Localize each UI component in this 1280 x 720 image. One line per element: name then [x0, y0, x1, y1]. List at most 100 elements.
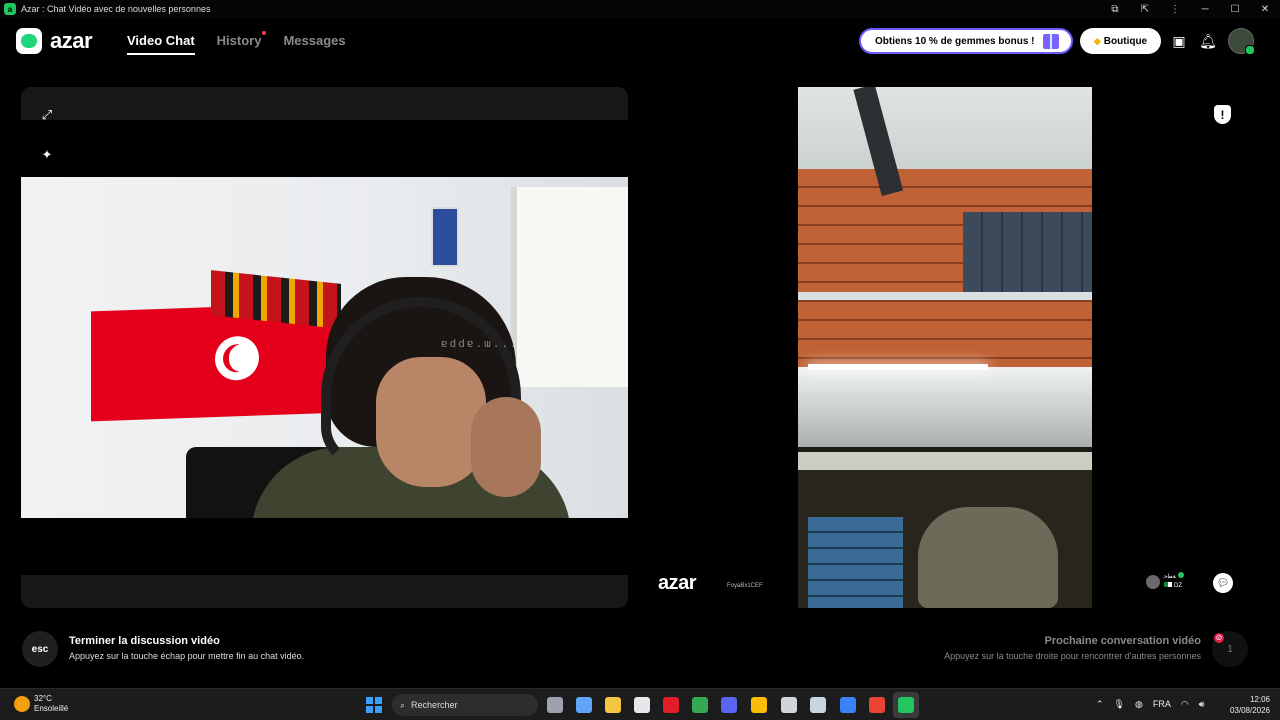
volume-icon[interactable]: 🔊︎ — [1199, 699, 1205, 710]
room-window — [511, 187, 628, 387]
windows-taskbar: 32°C Ensoleillé ⌕ Rechercher ⌃ 🎙︎ ◍ FRA … — [0, 688, 1280, 720]
gem-icon: ◆ — [1093, 35, 1101, 46]
expand-icon[interactable]: ⤢ — [38, 106, 56, 124]
end-chat-title: Terminer la discussion vidéo — [69, 635, 220, 647]
app-header: azar Video Chat History Messages Obtiens… — [0, 18, 1280, 68]
weather-condition: Ensoleillé — [34, 704, 69, 713]
storage-bins — [963, 212, 1092, 297]
search-placeholder: Rechercher — [411, 700, 458, 710]
wall-shelf — [798, 292, 1092, 300]
chrome-icon[interactable] — [751, 697, 767, 713]
search-icon: ⌕ — [400, 699, 406, 710]
start-button[interactable] — [366, 697, 382, 713]
peer-country: DZ — [1174, 583, 1182, 589]
shop-button[interactable]: ◆ Boutique — [1080, 28, 1161, 54]
taskbar-search[interactable]: ⌕ Rechercher — [392, 694, 538, 716]
peer-avatar — [1146, 574, 1160, 589]
close-button[interactable]: ✕ — [1250, 4, 1280, 15]
minimize-button[interactable]: ─ — [1190, 4, 1220, 15]
next-chat-button[interactable]: ⊘ 1 — [1212, 631, 1248, 667]
clock-time: 12:06 — [1249, 695, 1270, 704]
system-tray: ⌃ 🎙︎ ◍ FRA ◠ 🔊︎ — [1096, 699, 1204, 710]
peer-name: ﺔﻄﺣ — [1164, 574, 1176, 580]
watermark-username: FoyaBx1CEF — [727, 583, 763, 589]
window-controls: ⧉ ⇱ ⋮ ─ ☐ ✕ — [1100, 0, 1280, 18]
next-chat-hint: Appuyez sur la touche droite pour rencon… — [944, 651, 1201, 661]
peer-info[interactable]: ﺔﻄﺣ DZ — [1146, 572, 1184, 591]
shop-label: Boutique — [1103, 35, 1148, 47]
maximize-button[interactable]: ☐ — [1220, 4, 1250, 15]
sun-icon — [14, 696, 30, 712]
esc-key-label: esc — [31, 643, 49, 655]
workshop-ceiling — [798, 87, 1092, 175]
azar-logo[interactable]: azar — [16, 28, 93, 54]
profile-avatar[interactable] — [1228, 28, 1255, 55]
app-a-icon[interactable] — [576, 697, 592, 713]
azar-watermark: azar — [658, 572, 697, 594]
gem-bonus-promo-button[interactable]: Obtiens 10 % de gemmes bonus ! — [859, 28, 1073, 54]
app-dark-icon[interactable] — [781, 697, 797, 713]
algeria-flag-icon — [1164, 582, 1172, 587]
bench-edge — [798, 452, 1092, 470]
wall-poster — [431, 207, 459, 267]
wifi-icon[interactable]: ◠ — [1181, 699, 1189, 710]
bench-light — [808, 364, 988, 370]
main-nav: Video Chat History Messages — [127, 31, 346, 55]
network-globe-icon[interactable]: ◍ — [1135, 699, 1143, 710]
peer-details: ﺔﻄﺣ DZ — [1164, 572, 1184, 591]
cast-icon[interactable]: ⧉ — [1100, 4, 1130, 15]
taskbar-clock[interactable]: 12:06 03/08/2026 — [1230, 694, 1270, 716]
remote-video-feed — [798, 87, 1092, 608]
workbench — [798, 367, 1092, 447]
chrome-alt-icon[interactable] — [692, 697, 708, 713]
end-chat-hint: Appuyez sur la touche échap pour mettre … — [69, 651, 305, 661]
more-icon[interactable]: ⋮ — [1160, 4, 1190, 15]
next-chat-title: Prochaine conversation vidéo — [1044, 635, 1202, 647]
nav-history-label: History — [216, 33, 262, 48]
folder-icon[interactable] — [605, 697, 621, 713]
language-indicator[interactable]: FRA — [1153, 699, 1171, 710]
person-face — [376, 357, 486, 487]
brand-name: azar — [50, 28, 93, 53]
remote-video-panel — [645, 87, 1245, 608]
gift-icon — [1043, 34, 1059, 49]
files-icon[interactable] — [547, 697, 563, 713]
extensions-icon[interactable]: ⇱ — [1130, 4, 1160, 15]
vscode-icon[interactable] — [840, 697, 856, 713]
nav-video-chat[interactable]: Video Chat — [127, 33, 195, 55]
weather-widget[interactable]: 32°C Ensoleillé — [14, 694, 68, 714]
window-titlebar: a Azar : Chat Vidéo avec de nouvelles pe… — [0, 0, 1280, 18]
window-title: Azar : Chat Vidéo avec de nouvelles pers… — [21, 4, 211, 14]
blocked-icon: ⊘ — [1214, 633, 1224, 643]
magic-wand-icon[interactable]: ✦ — [38, 146, 56, 164]
floor-sack — [918, 507, 1058, 608]
person-hand — [471, 397, 541, 497]
video-watermark: ɐddɐ.ɯ... ɐɯɹɐp ʇsnɾ — [441, 337, 614, 350]
chrome-profile-icon[interactable] — [869, 697, 885, 713]
next-count: 1 — [1227, 643, 1233, 655]
azar-app-icon: a — [4, 3, 16, 15]
nav-messages[interactable]: Messages — [283, 33, 345, 55]
nav-history[interactable]: History — [216, 31, 267, 55]
store-icon[interactable]: ▣ — [1170, 32, 1188, 50]
tray-chevron-icon[interactable]: ⌃ — [1096, 699, 1104, 710]
end-chat-button[interactable]: esc — [22, 631, 58, 667]
opera-icon[interactable] — [663, 697, 679, 713]
azar-logo-icon — [16, 28, 42, 54]
floor-crates — [808, 517, 903, 608]
weather-temp: 32°C — [34, 694, 52, 703]
shield-icon[interactable]: ! — [1214, 105, 1231, 124]
discord-icon[interactable] — [721, 697, 737, 713]
local-video-feed: ɐddɐ.ɯ... ɐɯɹɐp ʇsnɾ — [21, 177, 628, 518]
promo-label: Obtiens 10 % de gemmes bonus ! — [875, 35, 1035, 47]
bell-icon[interactable]: 🔔︎ — [1199, 32, 1217, 50]
microphone-icon[interactable]: 🎙︎ — [1114, 699, 1125, 710]
notification-dot — [262, 31, 267, 35]
steam-icon[interactable] — [810, 697, 826, 713]
local-video-panel: ɐddɐ.ɯ... ɐɯɹɐp ʇsnɾ ⤢ ✦ — [21, 87, 628, 608]
store-icon[interactable] — [634, 697, 650, 713]
azar-icon[interactable] — [898, 697, 914, 713]
online-indicator — [1177, 572, 1184, 578]
clock-date: 03/08/2026 — [1229, 706, 1270, 715]
chat-icon[interactable]: 💬︎ — [1213, 573, 1233, 593]
